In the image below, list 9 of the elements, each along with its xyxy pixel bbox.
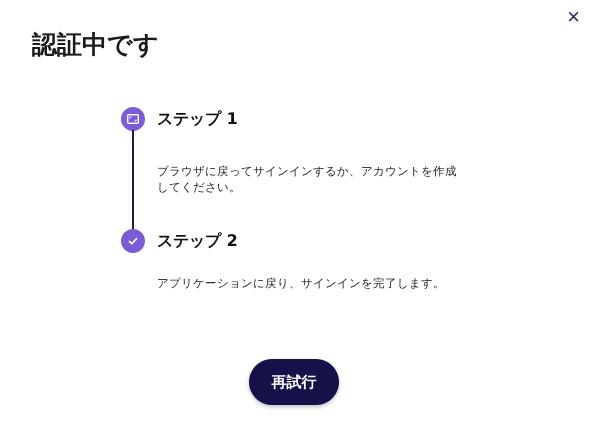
step-description: ブラウザに戻ってサインインするか、アカウントを作成してください。 <box>157 163 457 195</box>
step-title: ステップ 1 <box>157 108 239 130</box>
step-description: アプリケーションに戻り、サインインを完了します。 <box>157 275 446 291</box>
check-icon <box>128 237 138 245</box>
dialog-title: 認証中です <box>32 29 159 61</box>
retry-button[interactable]: 再試行 <box>249 359 339 405</box>
step-title: ステップ 2 <box>157 230 239 252</box>
window-icon <box>127 114 139 124</box>
close-button[interactable]: × <box>563 6 584 28</box>
